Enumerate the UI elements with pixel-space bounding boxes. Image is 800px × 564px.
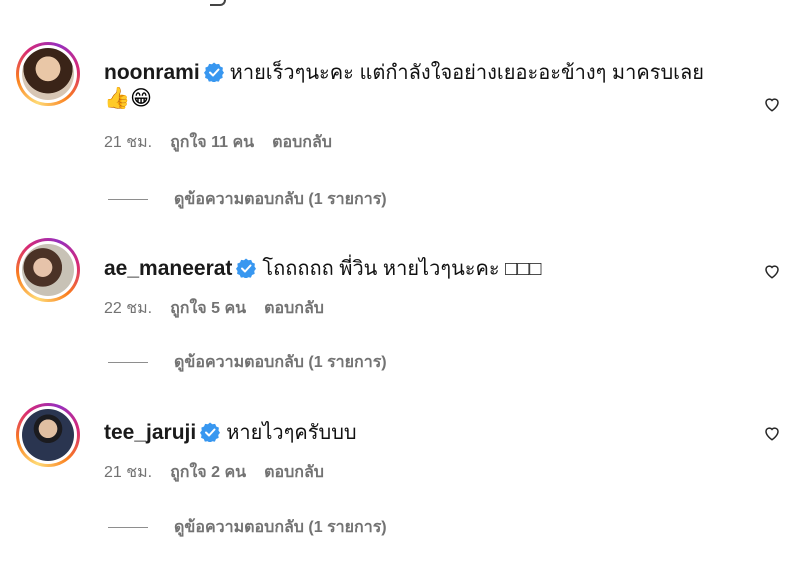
reply-button[interactable]: ตอบกลับ <box>264 300 324 317</box>
view-replies-label: ดูข้อความตอบกลับ (1 รายการ) <box>174 519 387 536</box>
reply-button[interactable]: ตอบกลับ <box>264 464 324 481</box>
view-replies-label: ดูข้อความตอบกลับ (1 รายการ) <box>174 191 387 208</box>
comment-time[interactable]: 22 ชม. <box>104 300 152 317</box>
avatar[interactable] <box>16 42 80 106</box>
view-replies-label: ดูข้อความตอบกลับ (1 รายการ) <box>174 354 387 371</box>
verified-badge-icon <box>200 422 221 442</box>
comment-username[interactable]: tee_jaruji <box>104 421 196 444</box>
comment-likes[interactable]: ถูกใจ 2 คน <box>170 464 246 481</box>
comment-text: โถถถถถ พี่วิน หายไวๆนะคะ □□□ <box>262 258 542 280</box>
comment-likes[interactable]: ถูกใจ 11 คน <box>170 134 254 151</box>
comment-username[interactable]: ae_maneerat <box>104 257 232 280</box>
verified-badge-icon <box>236 258 257 278</box>
heart-icon[interactable] <box>763 262 781 280</box>
comment-likes[interactable]: ถูกใจ 5 คน <box>170 300 246 317</box>
comment-text: หายไวๆครับบบ <box>226 422 357 444</box>
heart-icon[interactable] <box>763 424 781 442</box>
divider <box>108 362 148 364</box>
divider <box>108 199 148 201</box>
truncated-glyph <box>210 0 226 6</box>
view-replies-button[interactable]: ดูข้อความตอบกลับ (1 รายการ) <box>108 187 387 212</box>
heart-icon[interactable] <box>763 95 781 113</box>
reply-button[interactable]: ตอบกลับ <box>272 134 332 151</box>
verified-badge-icon <box>203 62 224 82</box>
divider <box>108 527 148 529</box>
view-replies-button[interactable]: ดูข้อความตอบกลับ (1 รายการ) <box>108 350 387 375</box>
comment-time[interactable]: 21 ชม. <box>104 134 152 151</box>
comment-username[interactable]: noonrami <box>104 61 200 84</box>
avatar[interactable] <box>16 403 80 467</box>
avatar[interactable] <box>16 238 80 302</box>
comment-text-continued: 👍😁 <box>104 87 153 110</box>
comment-time[interactable]: 21 ชม. <box>104 464 152 481</box>
view-replies-button[interactable]: ดูข้อความตอบกลับ (1 รายการ) <box>108 515 387 540</box>
comment-text: หายเร็วๆนะคะ แต่กำลังใจอย่างเยอะอะข้างๆ … <box>229 62 704 84</box>
